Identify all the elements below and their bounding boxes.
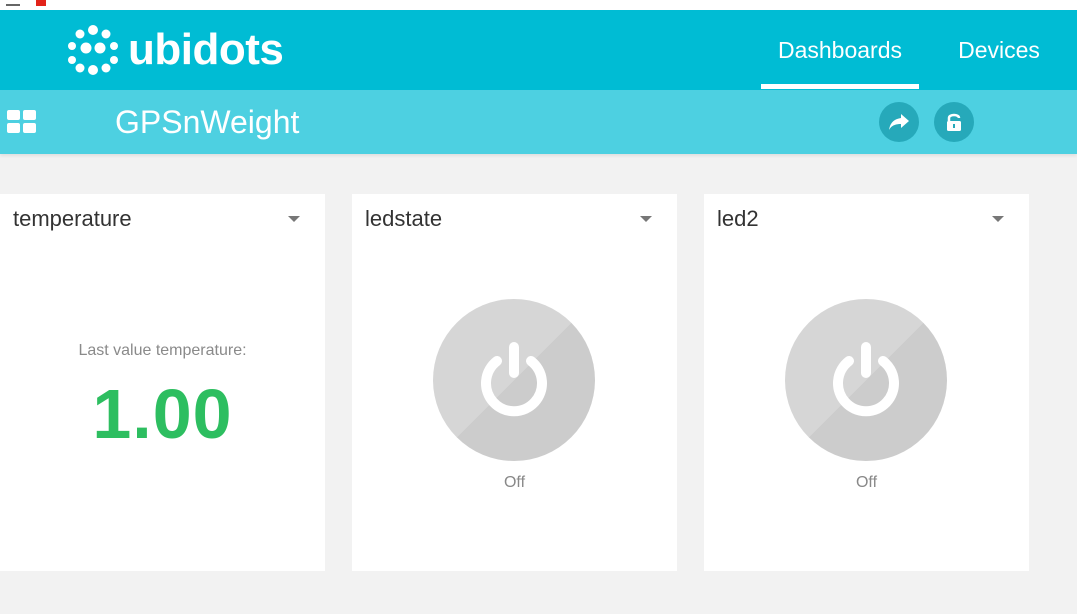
- tab-dashboards[interactable]: Dashboards: [761, 10, 919, 90]
- dashboard-title: GPSnWeight: [115, 104, 300, 140]
- lock-icon: [947, 113, 961, 131]
- caret-down-icon[interactable]: [288, 216, 300, 222]
- widget-title: temperature: [13, 206, 132, 231]
- window-mark-icon: [6, 0, 20, 6]
- window-top-strip: [0, 0, 1077, 10]
- tab-devices-label: Devices: [958, 36, 1040, 63]
- widget-ledstate: ledstate Off: [352, 194, 677, 571]
- lock-button[interactable]: [934, 102, 974, 142]
- power-icon: [481, 342, 547, 417]
- brand-name: ubidots: [128, 25, 284, 74]
- switch-toggle-button[interactable]: [433, 299, 595, 461]
- switch-toggle-button[interactable]: [785, 299, 947, 461]
- dashboard-toolbar: GPSnWeight: [0, 90, 1077, 154]
- metric-value: 1.00: [92, 375, 233, 453]
- grid-icon[interactable]: [7, 110, 37, 134]
- active-tab-indicator: [761, 84, 919, 89]
- top-navbar: ubidots Dashboards Devices: [0, 10, 1077, 90]
- tab-dashboards-label: Dashboards: [777, 36, 903, 63]
- window-badge-icon: [36, 0, 46, 6]
- switch-state-label: Off: [503, 474, 526, 491]
- caret-down-icon[interactable]: [992, 216, 1004, 222]
- tab-devices[interactable]: Devices: [944, 10, 1054, 90]
- widget-title: ledstate: [365, 206, 443, 231]
- widget-title: led2: [717, 206, 759, 231]
- brand-logo[interactable]: ubidots: [66, 24, 284, 76]
- caret-down-icon[interactable]: [640, 216, 652, 222]
- share-icon: [889, 114, 909, 130]
- widget-temperature: temperature Last value temperature: 1.00: [0, 194, 325, 571]
- widget-led2: led2 Off: [704, 194, 1029, 571]
- share-button[interactable]: [879, 102, 919, 142]
- power-icon: [833, 342, 899, 417]
- metric-caption: Last value temperature:: [78, 342, 247, 359]
- ubidots-logo-icon: [68, 25, 118, 75]
- switch-state-label: Off: [855, 474, 878, 491]
